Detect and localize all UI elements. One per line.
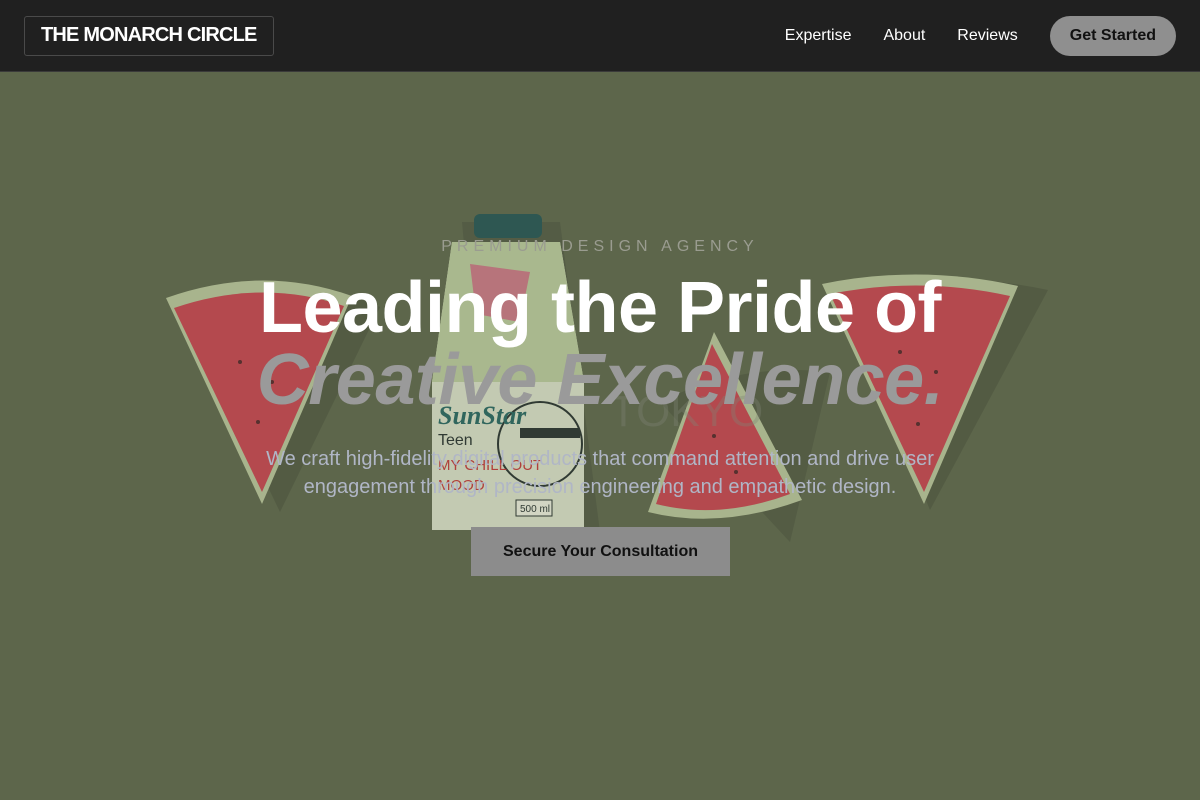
nav-link-reviews[interactable]: Reviews: [957, 27, 1017, 45]
nav-link-expertise[interactable]: Expertise: [785, 27, 852, 45]
hero-eyebrow: PREMIUM DESIGN AGENCY: [441, 238, 759, 255]
top-navbar: THE MONARCH CIRCLE Expertise About Revie…: [0, 0, 1200, 72]
secure-consultation-button[interactable]: Secure Your Consultation: [471, 527, 730, 576]
hero-headline-accent: Creative Excellence.: [256, 340, 944, 420]
get-started-button[interactable]: Get Started: [1049, 15, 1176, 56]
nav-link-about[interactable]: About: [883, 27, 925, 45]
hero-subtext: We craft high-fidelity digital products …: [266, 448, 934, 498]
hero-dim-overlay: [0, 72, 1200, 800]
hero-headline: Leading the Pride of: [258, 268, 942, 348]
primary-nav: Expertise About Reviews Get Started: [785, 15, 1176, 56]
hero-section: SunStar Teen MY CHILL OUT MOOD 500 ml TO…: [0, 72, 1200, 800]
brand-logo[interactable]: THE MONARCH CIRCLE: [24, 15, 274, 56]
